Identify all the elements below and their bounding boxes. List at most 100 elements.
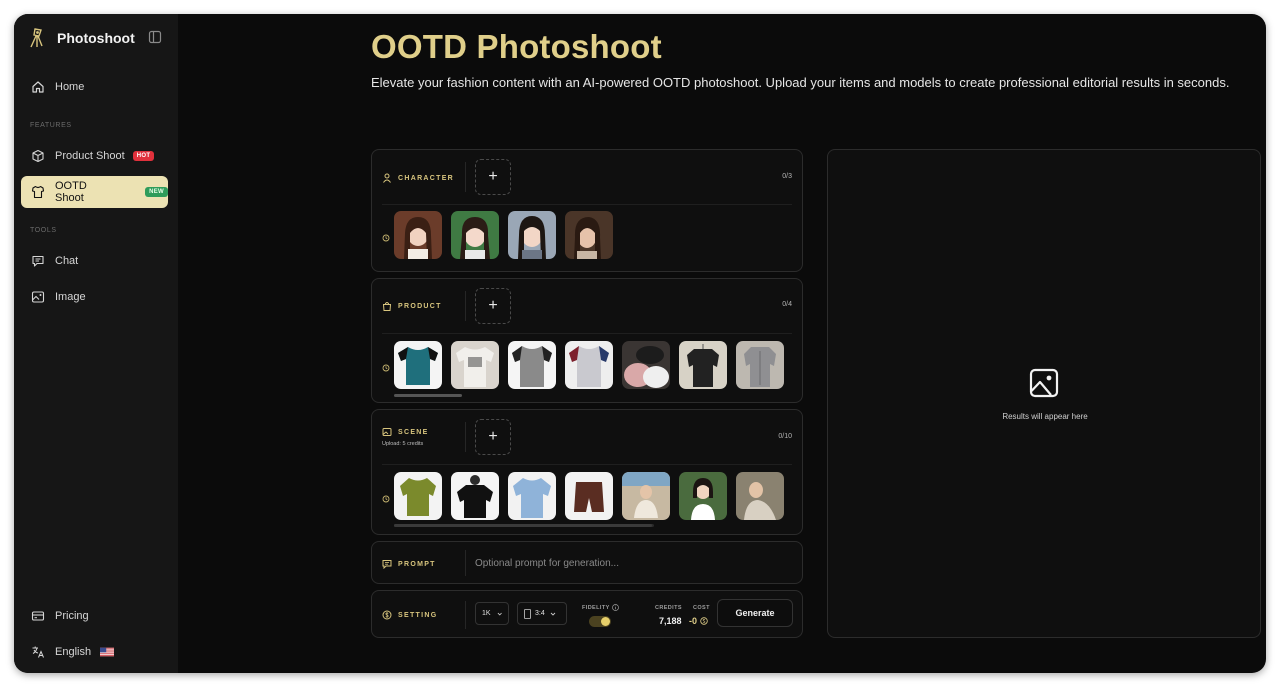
language-selector[interactable]: English bbox=[21, 636, 168, 668]
camera-tripod-logo-icon bbox=[30, 28, 43, 48]
sidebar-item-label: OOTD Shoot bbox=[55, 180, 87, 204]
sidebar-item-home[interactable]: Home bbox=[21, 71, 168, 103]
app-window: Photoshoot Home FEATURES Product Shoot H… bbox=[14, 14, 1266, 673]
sidebar-item-label: Pricing bbox=[55, 610, 89, 622]
credit-card-icon bbox=[31, 611, 45, 621]
sidebar-item-product-shoot[interactable]: Product Shoot HOT bbox=[21, 140, 168, 172]
image-placeholder-icon bbox=[1029, 368, 1059, 398]
character-label: CHARACTER bbox=[382, 173, 454, 183]
sidebar-item-label: Image bbox=[55, 291, 86, 303]
scene-count: 0/10 bbox=[778, 433, 792, 440]
scene-card: SCENE Upload: 5 credits + 0/10 bbox=[371, 409, 803, 535]
page-subtitle: Elevate your fashion content with an AI-… bbox=[371, 75, 1230, 90]
coin-icon bbox=[382, 610, 392, 620]
scene-thumbnail[interactable] bbox=[736, 472, 784, 520]
divider bbox=[465, 550, 466, 576]
scrollbar-thumb[interactable] bbox=[394, 394, 462, 397]
resolution-select[interactable]: 1K bbox=[475, 602, 509, 625]
character-thumbnail[interactable] bbox=[508, 211, 556, 259]
info-icon[interactable] bbox=[612, 604, 619, 611]
product-thumbnail[interactable] bbox=[394, 341, 442, 389]
product-thumbnail[interactable] bbox=[508, 341, 556, 389]
page-title: OOTD Photoshoot bbox=[371, 28, 662, 65]
character-count: 0/3 bbox=[782, 173, 792, 180]
divider bbox=[382, 333, 792, 334]
character-thumbnail[interactable] bbox=[394, 211, 442, 259]
prompt-label: PROMPT bbox=[382, 559, 436, 569]
us-flag-icon bbox=[100, 647, 115, 657]
setting-label: SETTING bbox=[382, 610, 437, 620]
credits-label: CREDITS bbox=[655, 605, 682, 611]
scene-thumbnail[interactable] bbox=[508, 472, 556, 520]
sidebar-item-image[interactable]: Image bbox=[21, 281, 168, 313]
product-label: PRODUCT bbox=[382, 301, 442, 311]
character-thumbnail[interactable] bbox=[565, 211, 613, 259]
history-icon[interactable] bbox=[382, 234, 390, 242]
prompt-input[interactable] bbox=[475, 554, 775, 572]
divider bbox=[465, 291, 466, 321]
brand[interactable]: Photoshoot bbox=[26, 26, 166, 50]
scene-scrollbar[interactable] bbox=[394, 524, 654, 527]
scene-upload-note: Upload: 5 credits bbox=[382, 441, 424, 447]
add-character-button[interactable]: + bbox=[475, 159, 511, 195]
sidebar-item-pricing[interactable]: Pricing bbox=[21, 600, 168, 632]
person-icon bbox=[383, 173, 391, 183]
scene-thumbnail[interactable] bbox=[451, 472, 499, 520]
sidebar-item-label: Home bbox=[55, 81, 85, 93]
product-thumbnail[interactable] bbox=[451, 341, 499, 389]
product-thumbnail[interactable] bbox=[622, 341, 670, 389]
message-icon bbox=[382, 560, 392, 569]
fidelity-toggle[interactable] bbox=[589, 616, 611, 627]
box-icon bbox=[32, 149, 44, 163]
history-icon[interactable] bbox=[382, 495, 390, 503]
divider bbox=[465, 162, 466, 192]
image-edit-icon bbox=[31, 291, 45, 303]
coin-icon bbox=[700, 617, 708, 625]
scene-thumbnail[interactable] bbox=[679, 472, 727, 520]
divider bbox=[382, 464, 792, 465]
credits-value: 7,188 bbox=[659, 616, 682, 626]
home-icon bbox=[32, 81, 44, 93]
hot-badge: HOT bbox=[132, 151, 155, 161]
results-placeholder-text: Results will appear here bbox=[1002, 412, 1088, 421]
scene-thumbnail[interactable] bbox=[622, 472, 670, 520]
divider bbox=[465, 601, 466, 629]
chevron-down-icon bbox=[497, 612, 502, 615]
portrait-ratio-icon bbox=[524, 608, 531, 619]
prompt-card: PROMPT bbox=[371, 541, 803, 584]
cost-value: -0 bbox=[689, 616, 698, 626]
add-product-button[interactable]: + bbox=[475, 288, 511, 324]
scene-thumbnail[interactable] bbox=[394, 472, 442, 520]
sidebar-item-label: Chat bbox=[55, 255, 79, 267]
cost-label: COST bbox=[693, 605, 710, 611]
new-badge: NEW bbox=[145, 187, 168, 197]
product-thumbnail[interactable] bbox=[679, 341, 727, 389]
add-scene-button[interactable]: + bbox=[475, 419, 511, 455]
character-thumbnail[interactable] bbox=[451, 211, 499, 259]
product-card: PRODUCT + 0/4 bbox=[371, 278, 803, 403]
setting-card: SETTING 1K 3:4 FIDELITY CREDITS 7,188 CO… bbox=[371, 590, 803, 638]
character-card: CHARACTER + 0/3 bbox=[371, 149, 803, 272]
divider bbox=[382, 204, 792, 205]
history-icon[interactable] bbox=[382, 364, 390, 372]
sidebar-item-chat[interactable]: Chat bbox=[21, 245, 168, 277]
generate-button[interactable]: Generate bbox=[717, 599, 793, 627]
fidelity-label: FIDELITY bbox=[582, 605, 610, 611]
product-thumbnail[interactable] bbox=[565, 341, 613, 389]
shirt-icon bbox=[31, 185, 45, 199]
product-thumbnail[interactable] bbox=[736, 341, 784, 389]
aspect-ratio-select[interactable]: 3:4 bbox=[517, 602, 567, 625]
scrollbar-thumb[interactable] bbox=[394, 524, 652, 527]
sidebar-item-ootd-shoot[interactable]: OOTD Shoot NEW bbox=[21, 176, 168, 208]
section-label-features: FEATURES bbox=[30, 122, 72, 129]
product-scrollbar[interactable] bbox=[394, 394, 754, 397]
sidebar-collapse-icon[interactable] bbox=[148, 30, 162, 44]
shopping-bag-icon bbox=[382, 302, 392, 311]
sidebar: Photoshoot Home FEATURES Product Shoot H… bbox=[14, 14, 178, 673]
image-icon bbox=[382, 428, 392, 436]
scene-thumbnail[interactable] bbox=[565, 472, 613, 520]
scene-label: SCENE bbox=[382, 427, 429, 437]
chat-icon bbox=[32, 255, 44, 267]
language-label: English bbox=[55, 646, 92, 658]
sidebar-item-label: Product Shoot bbox=[55, 150, 125, 162]
